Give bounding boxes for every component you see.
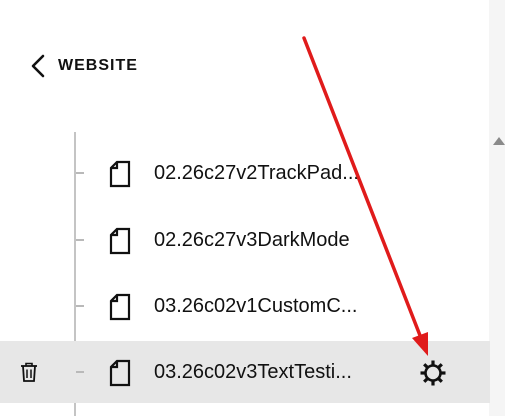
page-icon bbox=[109, 293, 131, 321]
scroll-up-arrow-icon[interactable] bbox=[493, 137, 505, 145]
scrollbar-track[interactable] bbox=[489, 0, 505, 416]
page-icon bbox=[109, 160, 131, 188]
page-row-selected[interactable]: 03.26c02v3TextTesti... bbox=[0, 341, 490, 403]
tree-branch-tick bbox=[76, 239, 84, 241]
page-row-label: 03.26c02v3TextTesti... bbox=[154, 361, 352, 383]
page-row[interactable]: 02.26c27v3DarkMode bbox=[0, 209, 490, 271]
tree-branch-tick bbox=[76, 371, 84, 373]
page-row[interactable]: 02.26c27v2TrackPad... bbox=[0, 142, 490, 204]
page-icon bbox=[109, 359, 131, 387]
back-label: WEBSITE bbox=[58, 57, 138, 74]
page-icon bbox=[109, 227, 131, 255]
page-row-label: 02.26c27v3DarkMode bbox=[154, 229, 350, 251]
back-button[interactable]: WEBSITE bbox=[30, 54, 138, 78]
page-row-label: 02.26c27v2TrackPad... bbox=[154, 162, 359, 184]
chevron-left-icon bbox=[31, 54, 45, 78]
tree-branch-tick bbox=[76, 305, 84, 307]
page-manager-panel: WEBSITE 02.26c27v2TrackPad... 02.26c27v3… bbox=[0, 0, 505, 416]
page-row[interactable]: 03.26c02v1CustomC... bbox=[0, 275, 490, 337]
gear-icon[interactable] bbox=[418, 358, 448, 388]
page-row-label: 03.26c02v1CustomC... bbox=[154, 295, 358, 317]
trash-icon[interactable] bbox=[20, 362, 38, 382]
tree-branch-tick bbox=[76, 172, 84, 174]
